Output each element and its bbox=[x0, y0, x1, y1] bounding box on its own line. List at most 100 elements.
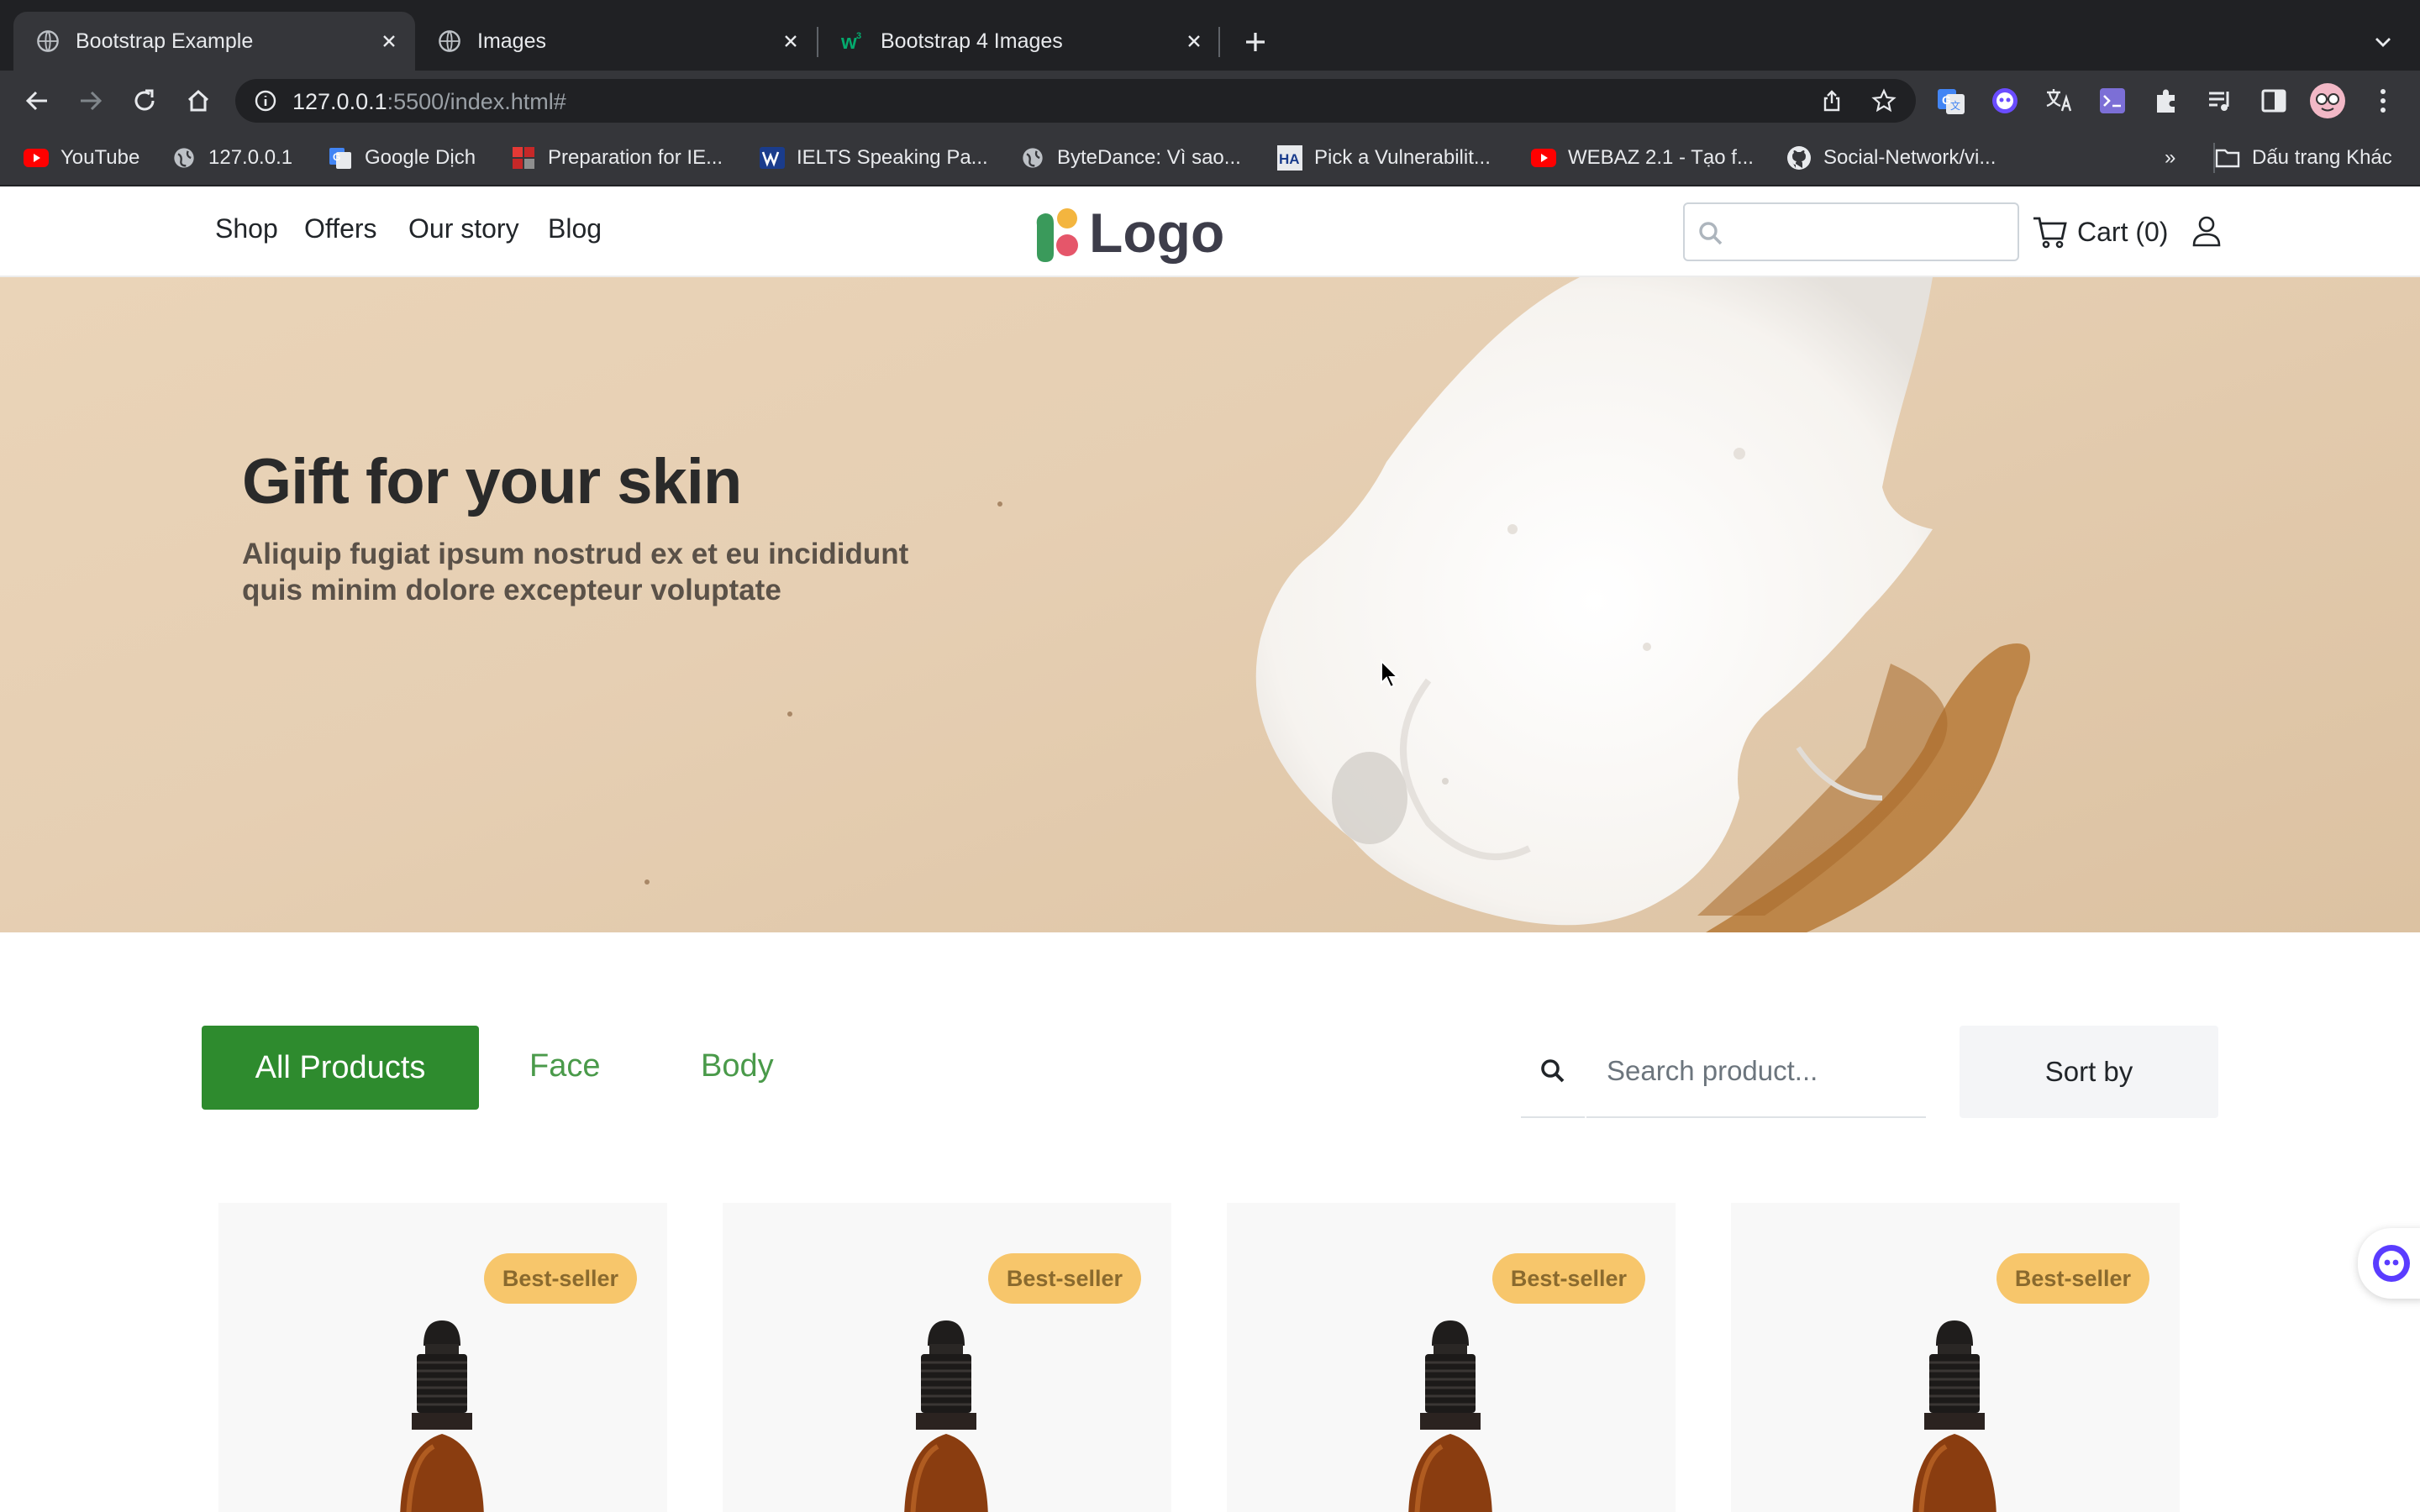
close-tab-icon[interactable] bbox=[376, 29, 402, 54]
google-translate-icon: G bbox=[328, 145, 353, 171]
browser-tab-bootstrap-example[interactable]: Bootstrap Example bbox=[13, 12, 415, 71]
header-search-input[interactable] bbox=[1683, 202, 2019, 261]
url-host: 127.0.0.1 bbox=[292, 89, 387, 114]
bookmark-localhost[interactable]: 127.0.0.1 bbox=[171, 143, 292, 173]
tab-title: Bootstrap Example bbox=[76, 29, 254, 53]
google-translate-extension-icon[interactable]: G文 bbox=[1933, 82, 1970, 119]
bookmark-label: Google Dịch bbox=[365, 146, 476, 169]
profile-avatar[interactable] bbox=[2309, 82, 2346, 119]
globe-icon bbox=[35, 29, 60, 54]
more-vertical-icon[interactable] bbox=[2365, 82, 2402, 119]
tab-title: Bootstrap 4 Images bbox=[881, 29, 1063, 53]
extensions-puzzle-icon[interactable] bbox=[2148, 82, 2185, 119]
hero-banner: Gift for your skin Aliquip fugiat ipsum … bbox=[0, 277, 2420, 932]
browser-tab-bootstrap-4-images[interactable]: w3 Bootstrap 4 Images bbox=[818, 12, 1220, 71]
logo-text: Logo bbox=[1089, 202, 1224, 264]
svg-text:3: 3 bbox=[856, 31, 861, 41]
globe-icon bbox=[437, 29, 462, 54]
svg-text:文: 文 bbox=[1950, 99, 1960, 112]
bookmark-webaz[interactable]: WEBAZ 2.1 - Tạo f... bbox=[1531, 143, 1754, 173]
github-icon bbox=[1786, 145, 1812, 171]
tab-separator bbox=[1218, 27, 1220, 57]
nav-link-our-story[interactable]: Our story bbox=[408, 213, 519, 244]
w3schools-icon: w3 bbox=[840, 29, 865, 54]
bookmark-ielts-speaking[interactable]: IELTS Speaking Pa... bbox=[760, 143, 988, 173]
sort-by-dropdown[interactable]: Sort by bbox=[1960, 1026, 2218, 1118]
youtube-icon bbox=[24, 145, 49, 171]
tab-title: Images bbox=[477, 29, 546, 53]
image-extension-icon[interactable] bbox=[2094, 82, 2131, 119]
product-card[interactable]: Best-seller bbox=[723, 1203, 1171, 1512]
folder-icon bbox=[2215, 145, 2240, 171]
bookmark-youtube[interactable]: YouTube bbox=[24, 143, 139, 173]
cart-link[interactable]: Cart (0) bbox=[2032, 213, 2168, 250]
reload-icon[interactable] bbox=[126, 82, 163, 119]
user-account-icon[interactable] bbox=[2190, 213, 2223, 250]
dropper-bottle-image bbox=[1912, 1320, 1996, 1512]
web-page: Shop Offers Our story Blog Logo Cart (0) bbox=[0, 186, 2420, 1512]
cart-label: Cart (0) bbox=[2077, 216, 2169, 247]
product-search-input[interactable] bbox=[1586, 1026, 1926, 1118]
product-filter-bar: All Products Face Body Sort by bbox=[0, 932, 2420, 1142]
site-navbar: Shop Offers Our story Blog Logo Cart (0) bbox=[0, 186, 2420, 277]
bookmark-red-icon bbox=[511, 145, 536, 171]
close-tab-icon[interactable] bbox=[1181, 29, 1207, 54]
bookmark-social-network[interactable]: Social-Network/vi... bbox=[1786, 143, 1996, 173]
product-grid: Best-seller Best-seller Best-seller Best… bbox=[0, 1203, 2420, 1512]
share-icon[interactable] bbox=[1817, 86, 1847, 116]
bookmark-pick-vulnerability[interactable]: HA Pick a Vulnerabilit... bbox=[1277, 143, 1491, 173]
category-face-link[interactable]: Face bbox=[529, 1048, 600, 1084]
nav-link-offers[interactable]: Offers bbox=[304, 213, 377, 244]
forward-arrow-icon[interactable] bbox=[72, 82, 109, 119]
hero-title: Gift for your skin bbox=[242, 446, 742, 517]
chevron-down-icon[interactable] bbox=[2366, 25, 2400, 59]
back-arrow-icon[interactable] bbox=[18, 82, 55, 119]
nav-link-shop[interactable]: Shop bbox=[215, 213, 278, 244]
dropper-bottle-image bbox=[1408, 1320, 1492, 1512]
product-search-button[interactable] bbox=[1521, 1026, 1585, 1118]
bookmarks-overflow-button[interactable]: » bbox=[2165, 143, 2175, 173]
close-tab-icon[interactable] bbox=[778, 29, 803, 54]
url-path: :5500/index.html# bbox=[387, 89, 566, 114]
search-icon bbox=[1699, 222, 1723, 245]
mouse-cursor-icon bbox=[1381, 659, 1400, 689]
dictionary-extension-icon[interactable] bbox=[2040, 82, 2077, 119]
search-icon bbox=[1541, 1059, 1565, 1083]
new-tab-plus-icon[interactable] bbox=[1239, 25, 1272, 59]
product-card[interactable]: Best-seller bbox=[218, 1203, 667, 1512]
other-bookmarks-label: Dấu trang Khác bbox=[2252, 146, 2392, 169]
site-logo[interactable]: Logo bbox=[1030, 198, 1244, 269]
bookmark-label: IELTS Speaking Pa... bbox=[797, 146, 988, 169]
ielts-icon bbox=[760, 145, 785, 171]
bookmark-google-dich[interactable]: G Google Dịch bbox=[328, 143, 476, 173]
other-bookmarks-folder[interactable]: Dấu trang Khác bbox=[2213, 143, 2392, 173]
globe-icon bbox=[171, 145, 197, 171]
side-panel-icon[interactable] bbox=[2255, 82, 2292, 119]
bookmark-star-icon[interactable] bbox=[1869, 86, 1899, 116]
sort-by-label: Sort by bbox=[2044, 1056, 2133, 1087]
bookmark-label: 127.0.0.1 bbox=[208, 146, 293, 169]
dropper-bottle-image bbox=[904, 1320, 988, 1512]
cart-icon bbox=[2033, 217, 2067, 249]
product-card[interactable]: Best-seller bbox=[1731, 1203, 2180, 1512]
youtube-icon bbox=[1531, 145, 1556, 171]
nav-link-blog[interactable]: Blog bbox=[548, 213, 602, 244]
address-bar[interactable]: 127.0.0.1:5500/index.html# bbox=[235, 79, 1916, 123]
bookmark-bytedance[interactable]: ByteDance: Vì sao... bbox=[1020, 143, 1241, 173]
assistant-extension-icon[interactable] bbox=[1986, 82, 2023, 119]
site-info-icon[interactable] bbox=[252, 87, 279, 114]
hero-subtitle: Aliquip fugiat ipsum nostrud ex et eu in… bbox=[242, 538, 909, 606]
all-products-button[interactable]: All Products bbox=[202, 1026, 479, 1110]
category-body-link[interactable]: Body bbox=[701, 1048, 774, 1084]
dropper-bottle-image bbox=[400, 1320, 484, 1512]
svg-text:w: w bbox=[840, 31, 857, 54]
bookmark-label: Preparation for IE... bbox=[548, 146, 723, 169]
ha-icon: HA bbox=[1277, 145, 1302, 171]
bookmark-preparation-ielts[interactable]: Preparation for IE... bbox=[511, 143, 723, 173]
floating-assistant-button[interactable] bbox=[2358, 1228, 2420, 1299]
media-playlist-icon[interactable] bbox=[2202, 82, 2238, 119]
home-icon[interactable] bbox=[180, 82, 217, 119]
product-card[interactable]: Best-seller bbox=[1227, 1203, 1676, 1512]
browser-tab-images[interactable]: Images bbox=[415, 12, 817, 71]
bookmark-label: WEBAZ 2.1 - Tạo f... bbox=[1568, 146, 1754, 169]
